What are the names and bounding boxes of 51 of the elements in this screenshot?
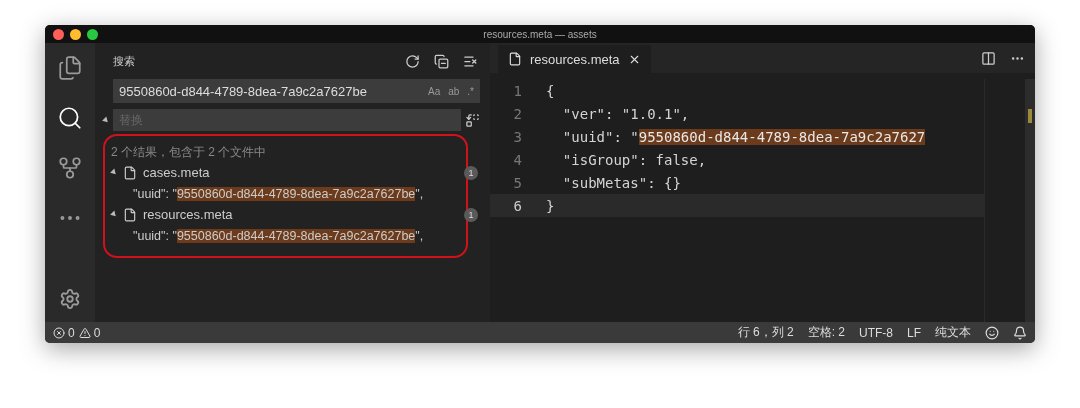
search-field[interactable]: 9550860d-d844-4789-8dea-7a9c2a7627be Aa ab .*: [113, 79, 480, 103]
zoom-button[interactable]: [87, 28, 98, 40]
file-icon: [123, 165, 137, 180]
bell-icon[interactable]: [1013, 325, 1027, 340]
match-count: 1: [464, 207, 478, 222]
branch-icon[interactable]: [57, 155, 83, 181]
code-line: "ver": "1.0.1",: [561, 105, 690, 122]
file-icon: [508, 52, 522, 66]
search-option[interactable]: Aa: [427, 85, 441, 97]
result-file[interactable]: resources.meta: [143, 207, 233, 222]
code-line: "uuid": ": [561, 128, 639, 145]
close-button[interactable]: [53, 28, 64, 40]
window-title: resources.meta — assets: [483, 28, 597, 40]
split-editor-icon[interactable]: [981, 50, 996, 66]
minimize-button[interactable]: [70, 28, 81, 40]
match-highlight: 9550860d-d844-4789-8dea-7a9c2a7627: [638, 128, 926, 145]
line-number: 3: [512, 128, 523, 145]
warning-count[interactable]: 0: [78, 325, 101, 340]
file-icon: [123, 207, 137, 222]
line-number: 2: [512, 105, 523, 122]
match-line[interactable]: "uuid": "9550860d-d844-4789-8dea-7a9c2a7627be",: [111, 183, 458, 204]
line-number: 4: [512, 151, 523, 168]
status-item[interactable]: 行 6，列 2: [737, 324, 794, 341]
files-icon[interactable]: [57, 55, 83, 81]
settings-icon[interactable]: [59, 288, 81, 310]
results-summary: 2 个结果，包含于 2 个文件中: [111, 143, 268, 161]
sidebar-title: 搜索: [113, 53, 135, 69]
code-line: "isGroup": false,: [561, 151, 707, 168]
search-icon[interactable]: [57, 105, 83, 131]
code-line: }: [546, 197, 555, 214]
status-item[interactable]: LF: [907, 325, 921, 340]
smiley-icon[interactable]: [985, 325, 999, 340]
line-number: 1: [512, 82, 523, 99]
line-number: 5: [512, 174, 523, 191]
editor-tab[interactable]: resources.meta: [498, 45, 651, 73]
result-file[interactable]: cases.meta: [143, 165, 210, 180]
status-item[interactable]: 空格: 2: [807, 324, 845, 341]
collapse-all-icon[interactable]: [434, 53, 449, 69]
status-item[interactable]: UTF-8: [859, 325, 893, 340]
code-line: "subMetas": {}: [561, 174, 681, 191]
replace-all-icon[interactable]: [465, 112, 480, 128]
status-item[interactable]: 纯文本: [935, 324, 971, 341]
line-number: 6: [512, 197, 523, 214]
search-option[interactable]: ab: [448, 85, 460, 97]
clear-results-icon[interactable]: [463, 53, 478, 69]
refresh-icon[interactable]: [405, 53, 420, 69]
match-line[interactable]: "uuid": "9550860d-d844-4789-8dea-7a9c2a7627be",: [111, 225, 458, 246]
error-count[interactable]: 0: [53, 325, 75, 340]
match-count: 1: [464, 165, 478, 180]
search-option[interactable]: .*: [467, 85, 474, 97]
code-line: {: [546, 82, 555, 99]
